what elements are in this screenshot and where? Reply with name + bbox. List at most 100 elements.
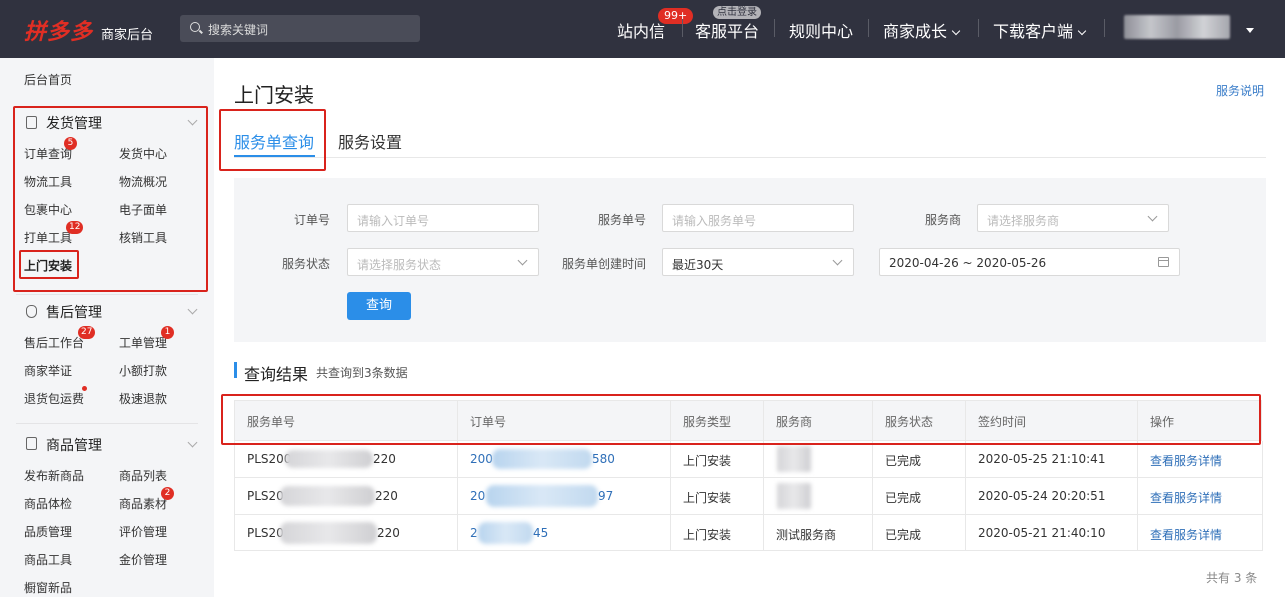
aftersales-badge: 27 — [78, 326, 96, 339]
order-no-link[interactable]: 20 — [470, 489, 485, 503]
order-no-link[interactable]: 97 — [598, 489, 613, 503]
search-placeholder: 搜索关键词 — [208, 23, 269, 37]
query-button[interactable]: 查询 — [347, 292, 411, 320]
provider-placeholder: 请选择服务商 — [987, 214, 1060, 228]
results-count: 共查询到3条数据 — [316, 366, 408, 380]
sidebar-item-product-tools[interactable]: 商品工具 — [24, 551, 72, 568]
user-account-blurred[interactable] — [1124, 15, 1230, 39]
service-no-input[interactable]: 请输入服务单号 — [662, 204, 854, 232]
status-placeholder: 请选择服务状态 — [357, 258, 442, 272]
sidebar-item-small-payment[interactable]: 小额打款 — [119, 362, 167, 379]
nav-inbox[interactable]: 站内信 — [617, 18, 665, 42]
sidebar-item-return-shipping[interactable]: 退货包运费 — [24, 390, 84, 407]
order-no-link[interactable]: 45 — [533, 526, 548, 540]
sidebar-item-aftersales-workbench[interactable]: 售后工作台 — [24, 334, 84, 351]
sidebar-item-fast-refund[interactable]: 极速退款 — [119, 390, 167, 407]
shield-check-icon — [26, 305, 37, 318]
sidebar-item-product-material[interactable]: 商品素材 — [119, 495, 167, 512]
nav-customer-service[interactable]: 客服平台 — [695, 18, 759, 42]
order-no-link[interactable]: 580 — [592, 452, 615, 466]
sidebar-group-products[interactable]: 商品管理 — [46, 435, 102, 455]
page-title: 上门安装 — [234, 83, 314, 107]
row-divider — [234, 514, 1262, 515]
caret-down-icon[interactable] — [1246, 28, 1254, 33]
created-time-select[interactable]: 最近30天 — [662, 248, 854, 276]
sidebar-item-product-check[interactable]: 商品体检 — [24, 495, 72, 512]
brand-subtitle: 商家后台 — [101, 28, 154, 43]
calendar-icon — [1158, 257, 1169, 267]
view-detail-link[interactable]: 查看服务详情 — [1150, 526, 1222, 543]
nav-download[interactable]: 下载客户端 — [993, 18, 1087, 42]
nav-divider — [978, 19, 979, 37]
order-no-label: 订单号 — [294, 213, 331, 227]
service-type: 上门安装 — [683, 491, 732, 505]
row-divider — [234, 550, 1262, 551]
date-range-value: 2020-04-26 ~ 2020-05-26 — [889, 256, 1047, 270]
order-no-link[interactable]: 2 — [470, 526, 478, 540]
highlight-box-table-header — [221, 394, 1261, 445]
service-no-prefix: PLS20 — [247, 489, 284, 503]
blurred-provider — [777, 483, 811, 509]
provider-label: 服务商 — [925, 213, 962, 227]
view-detail-link[interactable]: 查看服务详情 — [1150, 452, 1222, 469]
service-provider: 测试服务商 — [776, 528, 837, 542]
chevron-down-icon — [1077, 26, 1087, 36]
sidebar-item-reviews[interactable]: 评价管理 — [119, 523, 167, 540]
section-accent-bar — [234, 362, 237, 378]
sidebar-item-product-list[interactable]: 商品列表 — [119, 467, 167, 484]
service-help-link[interactable]: 服务说明 — [1216, 82, 1264, 99]
created-time-value: 最近30天 — [672, 258, 724, 272]
service-type: 上门安装 — [683, 454, 732, 468]
notification-dot — [82, 386, 87, 391]
blurred-text — [280, 522, 377, 544]
sign-time: 2020-05-25 21:10:41 — [978, 452, 1106, 466]
blurred-provider — [777, 446, 811, 472]
order-no-input[interactable]: 请输入订单号 — [347, 204, 539, 232]
nav-growth[interactable]: 商家成长 — [883, 18, 961, 42]
sign-time: 2020-05-21 21:40:10 — [978, 526, 1106, 540]
chevron-down-icon — [517, 255, 528, 266]
provider-select[interactable]: 请选择服务商 — [977, 204, 1169, 232]
status-label: 服务状态 — [282, 257, 331, 271]
sidebar-item-ticket-management[interactable]: 工单管理 — [119, 334, 167, 351]
chevron-down-icon — [1147, 211, 1158, 222]
table-border — [1262, 441, 1263, 551]
chevron-down-icon — [832, 255, 843, 266]
ticket-badge: 1 — [161, 326, 174, 339]
nav-growth-label: 商家成长 — [883, 22, 948, 41]
nav-divider — [1104, 19, 1105, 37]
nav-rules[interactable]: 规则中心 — [789, 18, 853, 42]
date-range-picker[interactable]: 2020-04-26 ~ 2020-05-26 — [879, 248, 1180, 276]
service-no-suffix: 220 — [373, 452, 396, 466]
service-status: 已完成 — [885, 528, 922, 542]
chevron-down-icon — [951, 26, 961, 36]
order-no-placeholder: 请输入订单号 — [357, 214, 430, 228]
tabs-divider — [234, 157, 1266, 158]
global-search[interactable]: 搜索关键词 — [180, 15, 420, 42]
tab-service-settings[interactable]: 服务设置 — [338, 129, 402, 153]
blurred-text — [285, 450, 373, 468]
sign-time: 2020-05-24 20:20:51 — [978, 489, 1106, 503]
sidebar-item-showcase[interactable]: 橱窗新品 — [24, 579, 72, 596]
search-icon — [190, 22, 200, 32]
service-type: 上门安装 — [683, 528, 732, 542]
row-divider — [234, 477, 1262, 478]
sidebar-item-merchant-evidence[interactable]: 商家举证 — [24, 362, 72, 379]
sidebar-item-publish-product[interactable]: 发布新商品 — [24, 467, 84, 484]
sidebar-divider — [16, 423, 198, 424]
inbox-badge: 99+ — [658, 8, 694, 24]
blurred-text — [478, 522, 533, 544]
table-border — [234, 441, 235, 551]
status-select[interactable]: 请选择服务状态 — [347, 248, 539, 276]
service-no-prefix: PLS20 — [247, 526, 284, 540]
sidebar-item-home[interactable]: 后台首页 — [24, 71, 72, 88]
brand-logo[interactable]: 拼多多 — [24, 14, 93, 46]
order-no-link[interactable]: 200 — [470, 452, 493, 466]
sidebar-item-gold-price[interactable]: 金价管理 — [119, 551, 167, 568]
view-detail-link[interactable]: 查看服务详情 — [1150, 489, 1222, 506]
login-tip[interactable]: 点击登录 — [713, 6, 761, 19]
sidebar-group-after-sales[interactable]: 售后管理 — [46, 302, 102, 322]
blurred-text — [280, 486, 375, 506]
sidebar-item-quality[interactable]: 品质管理 — [24, 523, 72, 540]
results-title: 查询结果 — [244, 365, 309, 384]
